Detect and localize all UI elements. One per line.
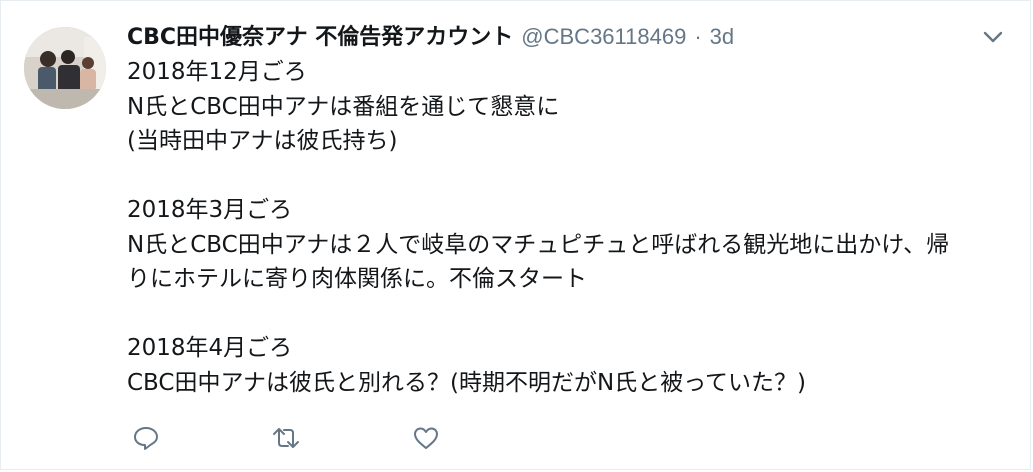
tweet-text-line: りにホテルに寄り肉体関係に。不倫スタート <box>127 266 587 292</box>
tweet-text-blank-line <box>127 159 1012 194</box>
tweet-text-line: N氏とCBC田中アナは２人で岐阜のマチュピチュと呼ばれる観光地に出かけ、帰 <box>127 231 950 258</box>
tweet-text-line: (当時田中アナは彼氏持ち) <box>127 128 398 154</box>
tweet-text-line: 2018年12月ごろ <box>127 59 307 85</box>
tweet-text-blank-line <box>127 297 1012 332</box>
retweet-icon[interactable] <box>271 423 301 453</box>
separator-dot: · <box>694 24 702 49</box>
tweet-text-line: 2018年4月ごろ <box>127 335 293 361</box>
heart-icon[interactable] <box>411 423 441 453</box>
tweet-text-line: 2018年3月ごろ <box>127 197 293 223</box>
tweet-header: CBC田中優奈アナ 不倫告発アカウント @CBC36118469 · 3d <box>127 19 734 51</box>
display-name[interactable]: CBC田中優奈アナ 不倫告発アカウント <box>127 19 513 51</box>
chevron-down-icon[interactable] <box>980 27 1006 47</box>
timestamp[interactable]: 3d <box>710 24 734 50</box>
user-handle[interactable]: @CBC36118469 <box>521 24 686 50</box>
tweet-text-line: N氏とCBC田中アナは番組を通じて懇意に <box>127 93 560 120</box>
avatar-photo <box>24 27 106 109</box>
avatar[interactable] <box>24 27 106 109</box>
tweet-text: 2018年12月ごろ N氏とCBC田中アナは番組を通じて懇意に (当時田中アナは… <box>127 55 1012 400</box>
tweet-card[interactable]: CBC田中優奈アナ 不倫告発アカウント @CBC36118469 · 3d 20… <box>0 0 1031 470</box>
tweet-text-line: CBC田中アナは彼氏と別れる？(時期不明だがN氏と被っていた？) <box>127 369 807 396</box>
reply-icon[interactable] <box>131 423 161 453</box>
